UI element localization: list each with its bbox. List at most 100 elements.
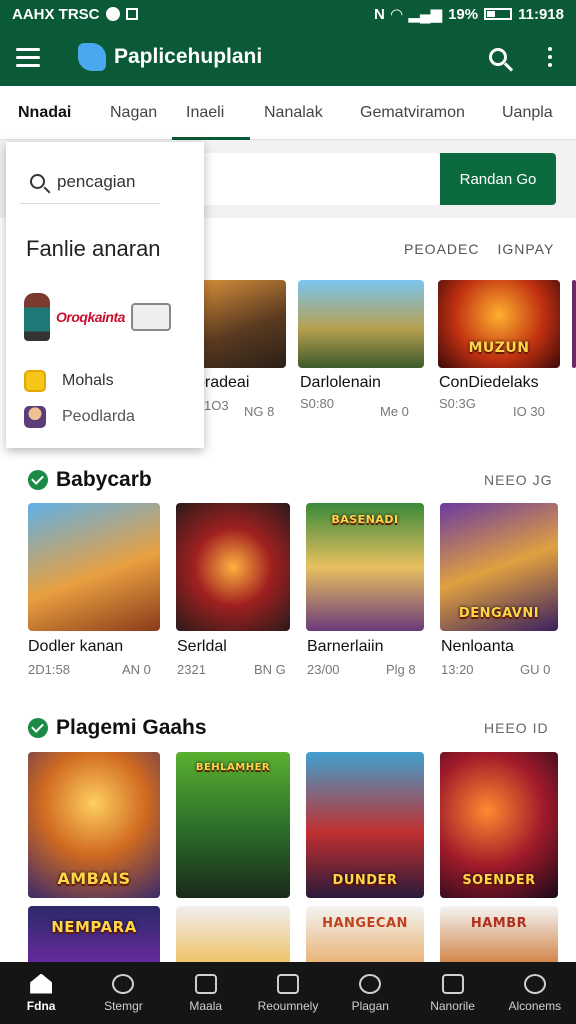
section-more-link[interactable]: NEEO JG [484, 472, 552, 488]
game-meta: 2321 [177, 662, 206, 677]
game-title[interactable]: ConDiedelaks [439, 374, 539, 392]
clock: 11:918 [518, 5, 564, 23]
nav-chat[interactable]: Nanorile [411, 962, 493, 1024]
kebab-icon [548, 47, 552, 67]
game-meta: 1O3 [204, 398, 229, 413]
game-card-art[interactable]: DENGAVNI [440, 503, 558, 631]
tab-uanpla[interactable]: Uanpla [488, 86, 576, 140]
tab-bar: Nnadai Nagan Inaeli Nanalak Gematviramon… [0, 86, 576, 140]
game-card-art[interactable] [176, 906, 290, 966]
status-bar: AAHX TRSC N ◠ ▂▄▆ 19% 11:918 [0, 0, 576, 28]
tile-art-label: BASENADI [331, 513, 399, 526]
brand-row[interactable]: Oroqkainta [24, 290, 194, 344]
section-title-plagemi: Plagemi Gaahs [28, 716, 207, 740]
search-button[interactable] [472, 28, 524, 86]
game-title[interactable]: Darlolenain [300, 374, 381, 392]
game-card-art[interactable]: SOENDER [440, 752, 558, 898]
game-title[interactable]: Serldal [177, 638, 227, 656]
tab-inaeli[interactable]: Inaeli [172, 86, 250, 140]
game-meta-right: IO 30 [513, 404, 545, 419]
popup-item-peodlarda[interactable]: Peodlarda [24, 406, 135, 428]
game-meta-right: Plg 8 [386, 662, 416, 677]
tile-art-label: MUZUN [468, 340, 530, 356]
nav-media[interactable]: Maala [165, 962, 247, 1024]
game-card-art[interactable]: BEHLAMHER [176, 752, 290, 898]
tile-art-label: DUNDER [332, 873, 398, 888]
tile-art-label: AMBAIS [57, 869, 131, 888]
game-card-art[interactable] [176, 503, 290, 631]
game-art[interactable]: MUZUN [438, 280, 560, 368]
nfc-icon: N [373, 5, 385, 23]
popup-search-text: pencagian [57, 171, 136, 191]
tile-art-label: HAMBR [470, 916, 528, 931]
more-options-button[interactable] [524, 28, 576, 86]
go-button[interactable]: Randan Go [440, 153, 556, 205]
game-card-art[interactable]: NEMPARA [28, 906, 160, 966]
game-card-art[interactable]: HAMBR [440, 906, 558, 966]
tile-art-label: NEMPARA [51, 918, 137, 936]
bottom-navigation: Fdna Stemgr Maala Reoumnely Plagan Nanor… [0, 962, 576, 1024]
game-title[interactable]: oradeai [196, 374, 249, 392]
tile-art-label: BEHLAMHER [195, 762, 271, 773]
nav-account[interactable]: Alconems [494, 962, 576, 1024]
chat-icon [441, 973, 464, 994]
game-meta: 13:20 [441, 662, 474, 677]
game-art[interactable] [298, 280, 424, 368]
media-icon [194, 973, 217, 994]
tab-gematviramon[interactable]: Gematviramon [346, 86, 488, 140]
wifi-icon: ◠ [390, 6, 403, 23]
game-title[interactable]: Barnerlaiin [307, 638, 383, 656]
brand-character-icon [24, 293, 50, 341]
game-card-art[interactable]: AMBAIS [28, 752, 160, 898]
game-meta-right: NG 8 [244, 404, 275, 419]
app-bar: Paplicehuplani [0, 28, 576, 86]
app-screen: AAHX TRSC N ◠ ▂▄▆ 19% 11:918 Paplicehupl… [0, 0, 576, 1024]
popup-title: Fanlie anaran [26, 236, 161, 261]
game-meta: 23/00 [307, 662, 340, 677]
menu-icon[interactable] [0, 28, 56, 86]
battery-percent: 19% [448, 5, 479, 23]
person-icon [276, 973, 299, 994]
app-icon [24, 370, 46, 392]
popular-actions: PEOADEC IGNPAY [404, 241, 554, 257]
popup-search-field[interactable]: pencagian [20, 160, 160, 204]
tile-art-label: DENGAVNI [458, 606, 540, 621]
nav-search[interactable]: Stemgr [82, 962, 164, 1024]
game-card-art[interactable]: DUNDER [306, 752, 424, 898]
battery-icon [484, 8, 513, 20]
section-more-link[interactable]: HEEO ID [484, 720, 549, 736]
game-meta-right: BN G [254, 662, 286, 677]
verified-check-icon [28, 470, 48, 490]
game-meta-right: Me 0 [380, 404, 409, 419]
account-icon [523, 973, 546, 994]
game-card-art[interactable]: HANGECAN [306, 906, 424, 966]
search-icon [489, 48, 507, 66]
popular-action-1[interactable]: PEOADEC [404, 241, 479, 257]
nav-person[interactable]: Reoumnely [247, 962, 329, 1024]
game-card-art[interactable] [28, 503, 160, 631]
nav-home[interactable]: Fdna [0, 962, 82, 1024]
popular-action-2[interactable]: IGNPAY [497, 241, 554, 257]
search-popup: pencagian Fanlie anaran Oroqkainta Mohal… [6, 142, 204, 448]
signal-icon: ▂▄▆ [408, 6, 443, 23]
status-left-text: AAHX TRSC [12, 5, 100, 23]
search-icon [30, 174, 45, 189]
game-art-partial [572, 280, 576, 368]
popup-item-mohals[interactable]: Mohals [24, 370, 114, 392]
game-card-art[interactable]: BASENADI [306, 503, 424, 631]
tab-nagan[interactable]: Nagan [96, 86, 172, 140]
app-title: Paplicehuplani [114, 45, 263, 68]
brand-badge-icon [130, 303, 171, 331]
brand-logo-text: Oroqkainta [56, 309, 125, 325]
popup-item-label: Mohals [62, 372, 114, 389]
tab-nanalak[interactable]: Nanalak [250, 86, 346, 140]
notification-icon [105, 7, 120, 21]
tile-art-label: HANGECAN [322, 916, 408, 931]
tab-nnadai[interactable]: Nnadai [0, 86, 96, 140]
game-title[interactable]: Dodler kanan [28, 638, 123, 656]
game-meta: S0:80 [300, 396, 334, 411]
game-meta-right: GU 0 [520, 662, 551, 677]
home-icon [30, 973, 53, 994]
game-title[interactable]: Nenloanta [441, 638, 514, 656]
nav-face[interactable]: Plagan [329, 962, 411, 1024]
